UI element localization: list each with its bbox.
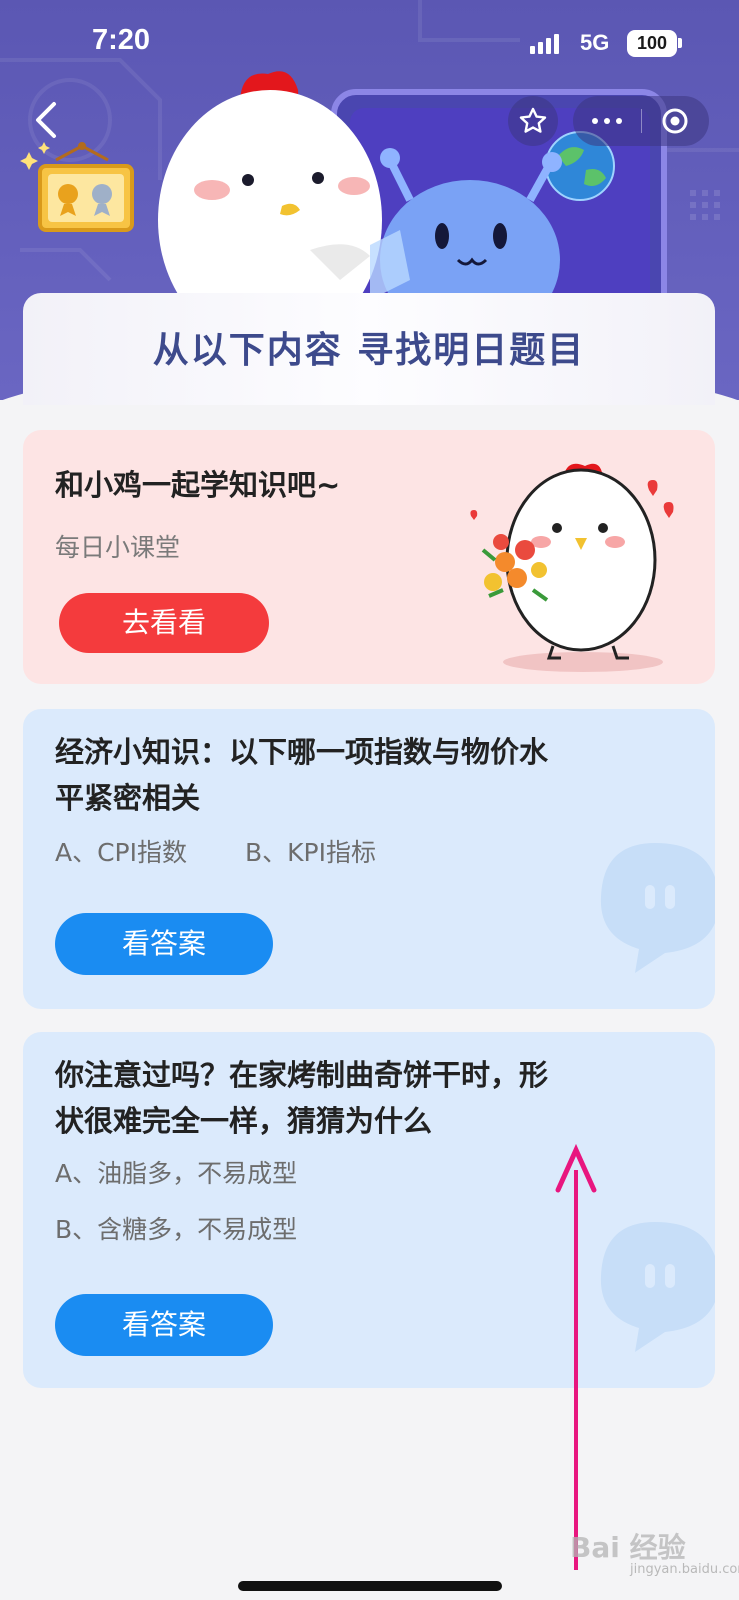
quiz-card-economics[interactable]: 经济小知识：以下哪一项指数与物价水 平紧密相关 A、CPI指数 B、KPI指标 …	[23, 709, 715, 1009]
home-indicator[interactable]	[238, 1581, 502, 1591]
classroom-subtitle: 每日小课堂	[55, 533, 181, 562]
medal-plaque-icon[interactable]	[20, 140, 140, 235]
quiz1-question-line2: 平紧密相关	[55, 781, 201, 815]
go-see-button[interactable]: 去看看	[59, 593, 269, 653]
status-time: 7:20	[92, 24, 151, 56]
baidu-watermark-url: jingyan.baidu.com	[630, 1562, 739, 1577]
more-button[interactable]	[573, 96, 641, 146]
chat-bubble-icon	[600, 843, 715, 973]
star-icon	[519, 107, 547, 133]
quiz2-option-b: B、含糖多，不易成型	[55, 1215, 298, 1244]
back-button[interactable]	[28, 96, 68, 144]
more-dots-icon	[592, 118, 598, 124]
alien-mascot	[370, 148, 562, 310]
back-arrow-icon	[36, 102, 56, 138]
quiz2-question-line1: 你注意过吗？在家烤制曲奇饼干时，形	[55, 1058, 549, 1092]
quiz1-question-line1: 经济小知识：以下哪一项指数与物价水	[55, 735, 549, 769]
status-bar: 7:20 5G 100	[0, 0, 739, 90]
chick-with-flowers-illustration	[470, 463, 674, 672]
banner: 从以下内容 寻找明日题目	[23, 293, 715, 405]
quiz2-option-a: A、油脂多，不易成型	[55, 1159, 298, 1188]
quiz1-option-b: B、KPI指标	[245, 838, 376, 867]
quiz2-question-line2: 状很难完全一样，猜猜为什么	[55, 1104, 433, 1138]
network-type: 5G	[580, 30, 610, 55]
quiz2-view-answer-button[interactable]: 看答案	[55, 1294, 273, 1356]
baidu-watermark: Bai 经验	[570, 1531, 686, 1564]
battery-tip	[678, 38, 682, 48]
favorite-button[interactable]	[508, 96, 558, 146]
signal-icon	[530, 34, 562, 54]
battery-icon: 100	[627, 30, 677, 57]
banner-title: 从以下内容 寻找明日题目	[152, 330, 586, 371]
mini-program-capsule	[573, 96, 709, 146]
classroom-card[interactable]: 和小鸡一起学知识吧~ 每日小课堂 去看看	[23, 430, 715, 684]
chick-mascot	[158, 71, 382, 300]
quiz1-view-answer-button[interactable]: 看答案	[55, 913, 273, 975]
quiz1-option-a: A、CPI指数	[55, 838, 188, 867]
annotation-arrow	[555, 1143, 597, 1570]
close-target-button[interactable]	[641, 96, 709, 146]
target-icon	[662, 108, 688, 134]
classroom-title: 和小鸡一起学知识吧~	[55, 468, 341, 502]
